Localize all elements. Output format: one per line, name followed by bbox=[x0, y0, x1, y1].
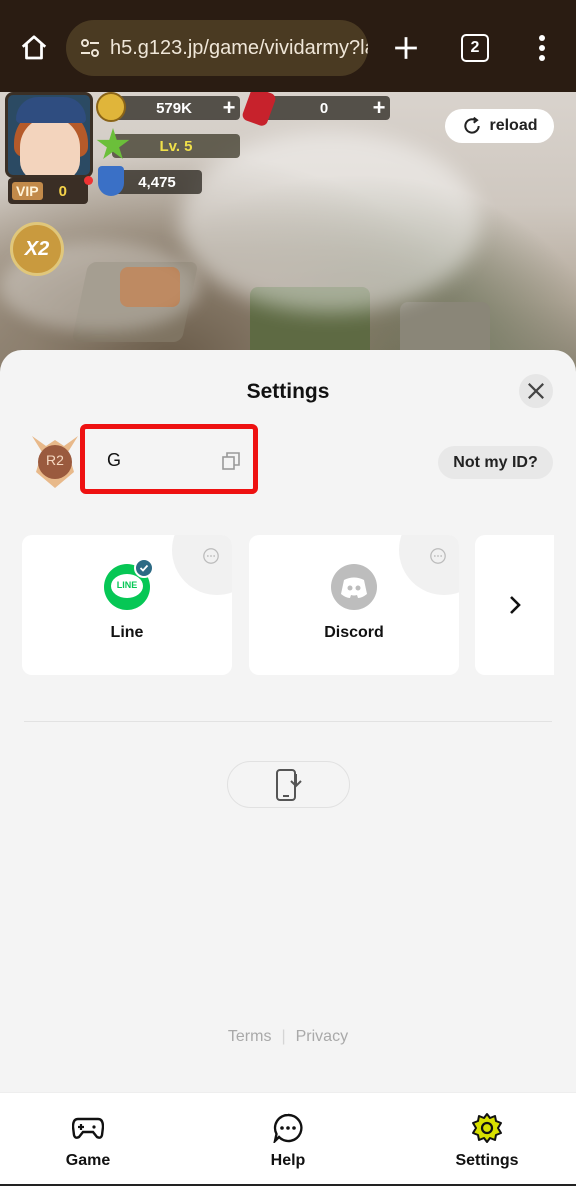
nav-help-label: Help bbox=[270, 1152, 306, 1169]
linked-check-icon bbox=[134, 558, 154, 578]
notification-dot bbox=[84, 176, 93, 185]
vip-indicator[interactable]: VIP 0 bbox=[8, 178, 88, 204]
avatar-face bbox=[20, 117, 80, 175]
line-label: Line bbox=[110, 624, 144, 641]
level-indicator: Lv. 5 bbox=[112, 134, 240, 158]
terms-link[interactable]: Terms bbox=[228, 1028, 272, 1045]
vip-level: 0 bbox=[58, 182, 67, 200]
add-gems-button[interactable]: + bbox=[368, 97, 390, 119]
reload-icon bbox=[461, 115, 483, 137]
tabs-button[interactable]: 2 bbox=[461, 34, 489, 62]
power-shield-icon bbox=[98, 166, 124, 196]
gamepad-icon bbox=[71, 1111, 105, 1145]
nav-game-label: Game bbox=[65, 1152, 111, 1169]
phone-download-icon bbox=[275, 768, 302, 801]
menu-icon[interactable] bbox=[530, 30, 554, 66]
chat-bubble-icon bbox=[429, 547, 447, 565]
reload-label: reload bbox=[489, 117, 538, 134]
copy-icon[interactable] bbox=[221, 451, 243, 473]
gear-icon bbox=[470, 1111, 504, 1145]
url-text: h5.g123.jp/game/vividarmy?la bbox=[110, 36, 368, 59]
line-logo-text: LINE bbox=[116, 580, 138, 590]
power-counter: 4,475 bbox=[112, 170, 202, 194]
close-icon bbox=[528, 383, 544, 399]
bottom-navigation: Game Help Settings bbox=[0, 1092, 576, 1186]
user-id: G bbox=[107, 450, 122, 470]
settings-title: Settings bbox=[246, 380, 330, 403]
chat-bubble-icon bbox=[202, 547, 220, 565]
player-avatar[interactable] bbox=[5, 92, 93, 178]
nav-game[interactable]: Game bbox=[28, 1111, 148, 1170]
divider bbox=[24, 721, 552, 722]
browser-toolbar: h5.g123.jp/game/vividarmy?la 2 bbox=[0, 0, 576, 92]
not-my-id-button[interactable]: Not my ID? bbox=[438, 446, 553, 479]
boost-x2-icon[interactable]: X2 bbox=[10, 222, 64, 276]
reload-button[interactable]: reload bbox=[445, 109, 554, 143]
close-button[interactable] bbox=[519, 374, 553, 408]
game-canvas[interactable]: VIP 0 579K + 0 + Lv. 5 4,475 X2 reload bbox=[0, 92, 576, 372]
user-id-field: G bbox=[80, 424, 258, 494]
rank-label: R2 bbox=[46, 452, 64, 468]
discord-account-card[interactable]: Discord bbox=[249, 535, 459, 675]
discord-logo-icon bbox=[331, 564, 377, 610]
address-bar[interactable]: h5.g123.jp/game/vividarmy?la bbox=[66, 20, 368, 76]
home-icon[interactable] bbox=[16, 30, 52, 66]
nav-help[interactable]: Help bbox=[228, 1111, 348, 1170]
more-accounts-button[interactable] bbox=[475, 535, 554, 675]
download-app-button[interactable] bbox=[227, 761, 350, 808]
site-settings-icon[interactable] bbox=[78, 34, 102, 62]
new-tab-icon[interactable] bbox=[388, 30, 424, 66]
privacy-link[interactable]: Privacy bbox=[296, 1028, 348, 1045]
line-account-card[interactable]: LINE Line bbox=[22, 535, 232, 675]
discord-label: Discord bbox=[324, 624, 384, 641]
chevron-right-icon bbox=[509, 596, 521, 614]
nav-settings-label: Settings bbox=[455, 1152, 519, 1169]
avatar-hat bbox=[16, 97, 86, 123]
chat-bubble-icon bbox=[271, 1111, 305, 1145]
footer-links: Terms | Privacy bbox=[227, 1028, 349, 1045]
fog-overlay bbox=[180, 132, 480, 312]
ruby-gem-icon bbox=[240, 92, 278, 128]
rank-badge: R2 bbox=[28, 432, 82, 490]
gold-coin-icon bbox=[96, 92, 126, 122]
vip-label: VIP bbox=[12, 182, 43, 200]
nav-settings[interactable]: Settings bbox=[427, 1111, 547, 1170]
settings-sheet: Settings R2 G Not my ID? LINE Line Disco… bbox=[0, 350, 576, 1092]
add-gold-button[interactable]: + bbox=[218, 97, 240, 119]
